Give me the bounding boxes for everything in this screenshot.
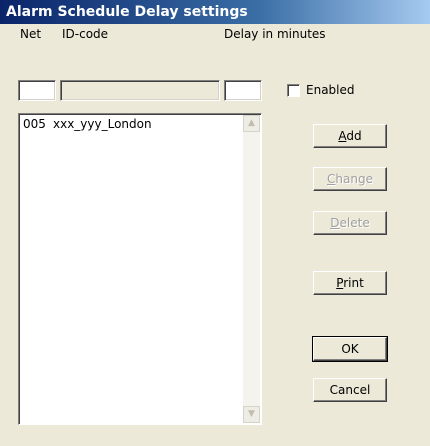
scroll-up-icon[interactable]: ▲ [243, 115, 260, 132]
cancel-button[interactable]: Cancel [313, 378, 387, 402]
row-net: 005 [23, 117, 46, 131]
delay-label: Delay in minutes [224, 27, 326, 41]
title-bar[interactable]: Alarm Schedule Delay settings [0, 0, 430, 24]
delay-input[interactable] [225, 81, 261, 100]
scroll-down-icon[interactable]: ▼ [243, 406, 260, 423]
id-code-label: ID-code [62, 27, 109, 41]
id-code-input[interactable] [61, 81, 219, 100]
delete-button[interactable]: Delete [313, 211, 387, 235]
delay-list[interactable]: 005 xxx_yyy_London 0 ▲ ▼ [18, 113, 262, 425]
add-button[interactable]: Add [313, 124, 387, 148]
vertical-scrollbar[interactable]: ▲ ▼ [243, 115, 260, 423]
net-input[interactable] [19, 81, 55, 100]
print-label: rint [343, 276, 364, 290]
window-title: Alarm Schedule Delay settings [6, 4, 248, 20]
change-button[interactable]: Change [313, 167, 387, 191]
delay-field[interactable] [224, 80, 262, 101]
row-id-code: xxx_yyy_London [53, 117, 152, 131]
delete-label: elete [339, 216, 370, 230]
enabled-checkbox[interactable] [287, 84, 300, 97]
list-item[interactable]: 005 xxx_yyy_London 0 [23, 117, 257, 131]
change-label: hange [335, 172, 373, 186]
ok-button[interactable]: OK [312, 336, 388, 362]
delete-mnemonic: D [330, 216, 340, 230]
net-field[interactable] [18, 80, 56, 101]
print-button[interactable]: Print [313, 271, 387, 295]
net-label: Net [20, 27, 42, 41]
dialog-window: Alarm Schedule Delay settings Net ID-cod… [0, 0, 430, 446]
add-label: dd [346, 129, 362, 143]
id-code-field[interactable] [60, 80, 220, 101]
enabled-label: Enabled [306, 83, 355, 97]
